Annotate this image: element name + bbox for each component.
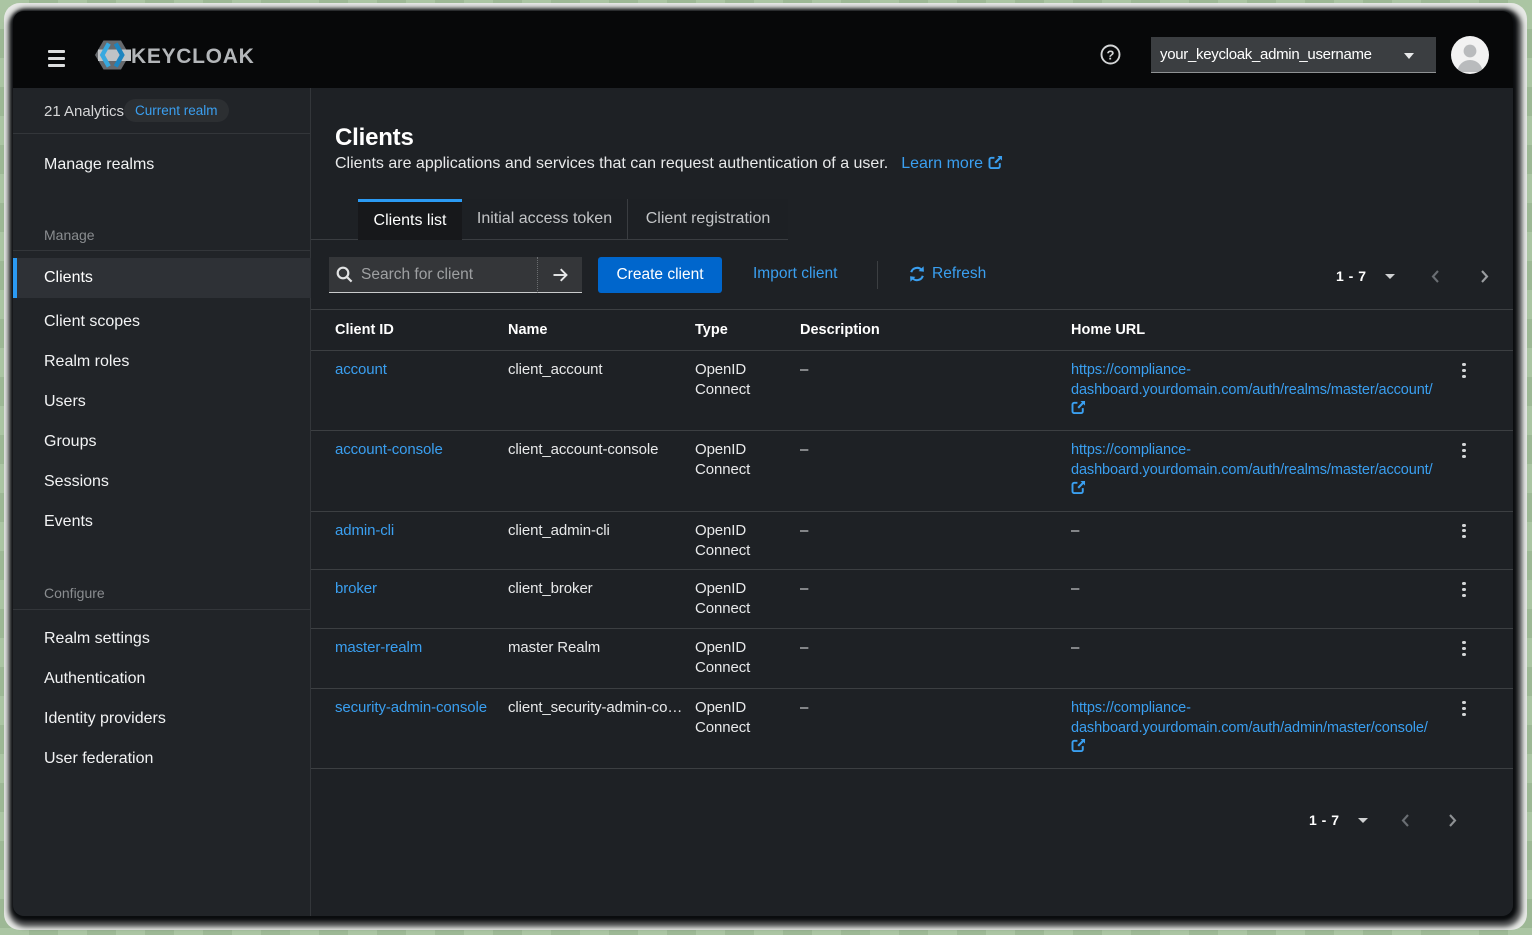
svg-text:KEYCLOAK: KEYCLOAK xyxy=(131,45,254,68)
svg-text:?: ? xyxy=(1107,47,1115,62)
